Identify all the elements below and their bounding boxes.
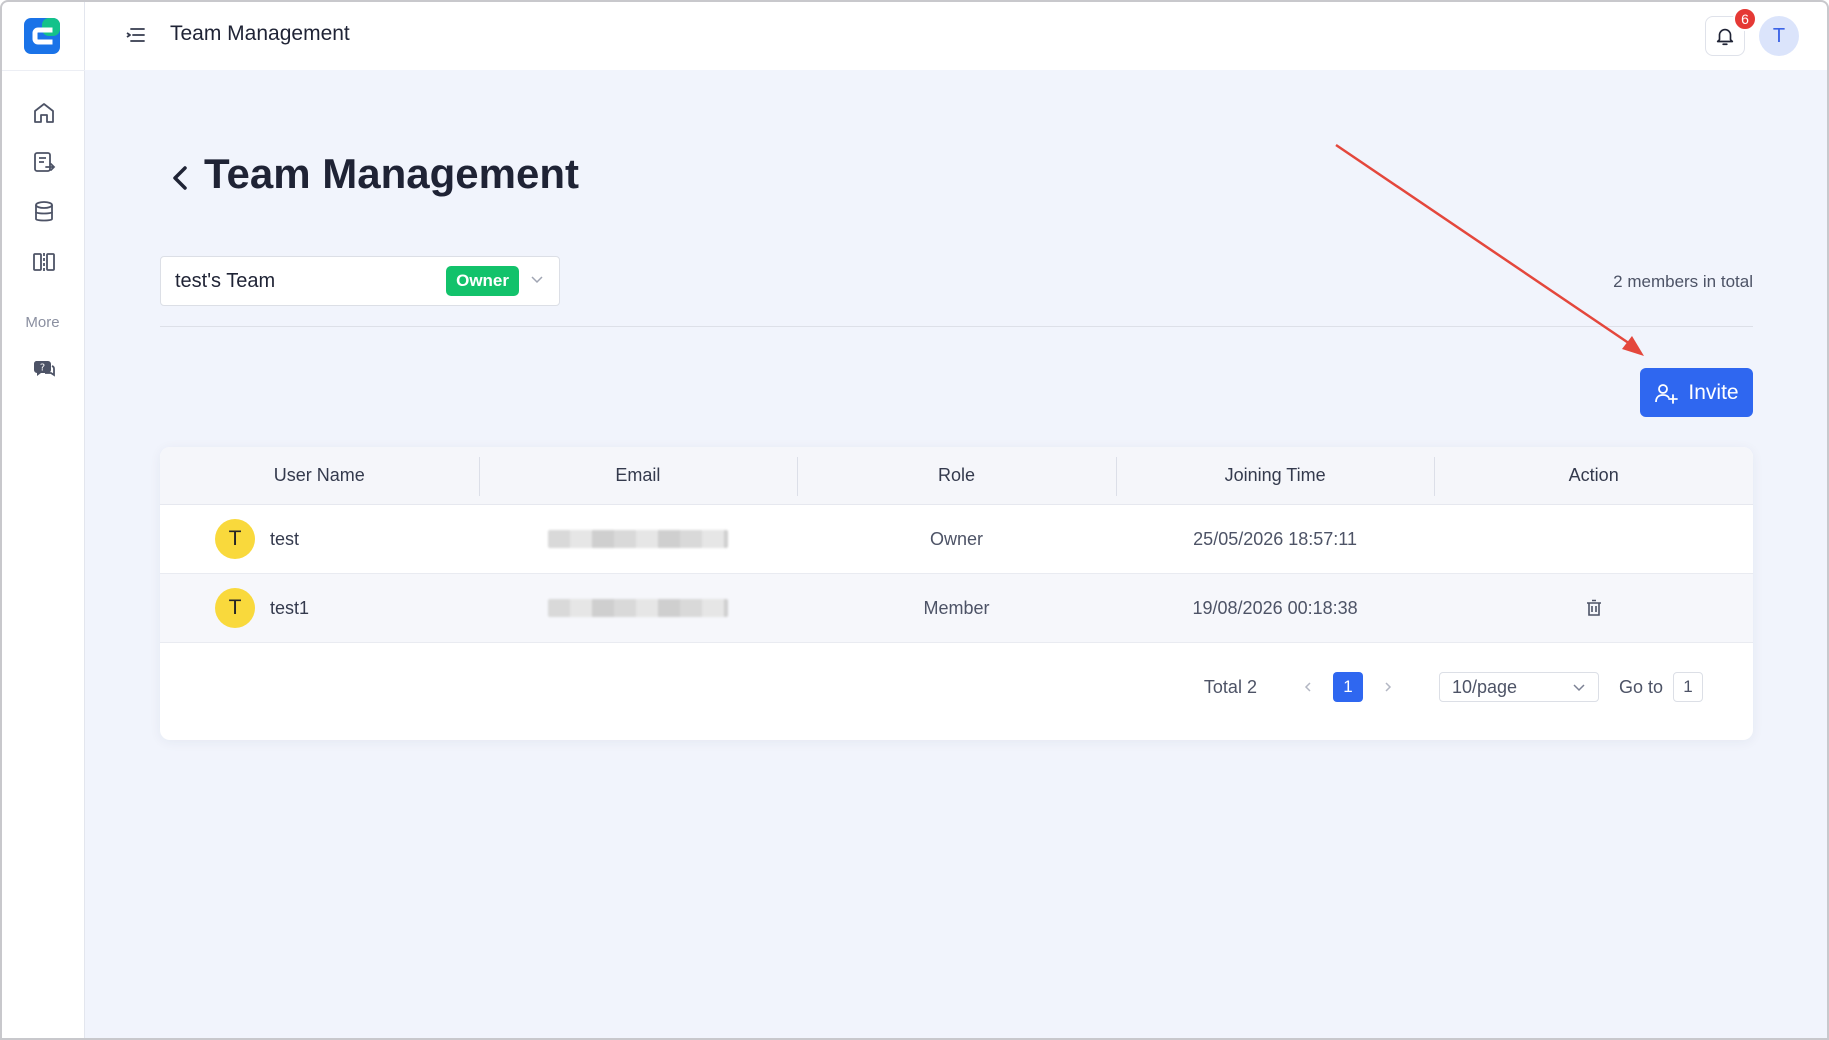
redacted-email [547,530,728,548]
column-header-email[interactable]: Email [478,447,798,504]
avatar: T [215,588,255,628]
goto-label: Go to [1618,676,1663,697]
column-header-username[interactable]: User Name [160,447,479,504]
invite-button[interactable]: Invite [1640,368,1753,417]
back-chevron-icon[interactable] [170,161,190,195]
chevron-down-icon [529,271,545,292]
home-icon[interactable] [31,100,57,126]
column-header-joining-time[interactable]: Joining Time [1115,447,1435,504]
chevron-down-icon [1573,684,1585,692]
joining-time-cell: 25/05/2026 18:57:11 [1193,528,1357,549]
section-divider [160,326,1753,327]
table-row: T test Owner 25/05/2026 18:57:11 [160,505,1753,574]
user-avatar[interactable]: T [1759,16,1799,56]
user-cell: T test [160,505,479,573]
prev-page-icon[interactable] [1297,676,1319,698]
action-cell [1434,505,1753,573]
table-row: T test1 Member 19/08/2026 00:18:38 [160,574,1753,643]
sidebar-more-label: More [25,314,60,331]
app-logo[interactable] [24,18,60,54]
header-title: Team Management [170,22,350,45]
column-header-role[interactable]: Role [797,447,1116,504]
members-table: User Name Email Role Joining Time Action… [160,447,1753,740]
goto-page-input[interactable] [1673,672,1703,702]
bell-icon [1716,28,1734,46]
role-cell: Owner [929,528,983,549]
user-name: test1 [270,597,310,618]
column-header-action: Action [1434,447,1753,504]
top-bar: Team Management 6 T [85,0,1829,70]
role-cell: Member [923,597,990,618]
add-user-icon [1655,383,1679,404]
email-cell [479,505,798,573]
email-cell [479,574,798,642]
menu-toggle-icon[interactable] [125,24,147,46]
page-size-select[interactable]: 10/page [1438,672,1599,702]
page-number-current[interactable]: 1 [1332,672,1363,702]
pagination-total: Total 2 [1203,676,1257,697]
page-header: Team Management [170,150,579,198]
table-header: User Name Email Role Joining Time Action [160,447,1753,505]
team-select-value: test's Team [175,269,276,292]
compare-columns-icon[interactable] [31,249,57,275]
svg-text:?: ? [40,363,45,374]
invite-button-label: Invite [1688,380,1739,404]
sidebar: More ? [0,0,85,1040]
redacted-email [547,599,728,617]
page-size-value: 10/page [1451,676,1518,697]
role-badge: Owner [446,266,519,296]
user-name: test [270,528,300,549]
support-chat-icon[interactable]: ? [31,356,57,382]
members-total: 2 members in total [1613,272,1753,291]
delete-trash-icon[interactable] [1584,598,1604,618]
avatar: T [215,519,255,559]
action-cell [1434,574,1753,642]
user-cell: T test1 [160,574,479,642]
joining-time-cell: 19/08/2026 00:18:38 [1192,597,1358,618]
page-title: Team Management [204,150,579,197]
next-page-icon[interactable] [1377,676,1399,698]
notification-badge: 6 [1733,7,1757,31]
pagination: Total 2 1 10/page Go to [1204,672,1703,702]
database-icon[interactable] [31,199,57,225]
sidebar-divider [0,70,85,71]
document-export-icon[interactable] [31,149,57,175]
team-select[interactable]: test's Team Owner [160,256,560,306]
